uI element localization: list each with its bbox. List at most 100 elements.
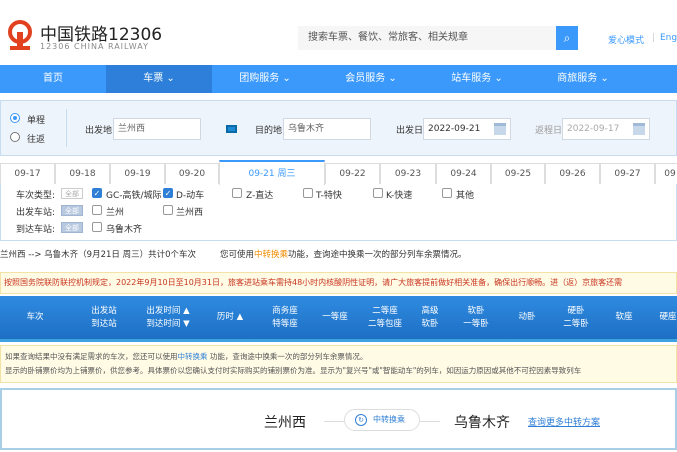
- from-input[interactable]: 兰州西: [113, 118, 201, 140]
- transfer-link[interactable]: 中转换乘: [254, 250, 288, 260]
- divider: [66, 109, 67, 147]
- depart-date-label: 出发日: [396, 126, 424, 136]
- train-type-all[interactable]: 全部: [61, 188, 83, 199]
- nav-tickets[interactable]: 车票 ⌄: [106, 65, 212, 93]
- search-input[interactable]: 搜索车票、餐饮、常旅客、相关规章: [298, 26, 556, 50]
- info-line-1: 如果查询结果中没有满足需求的车次，您还可以使用中转换乘 功能，查询途中换乘一次的…: [5, 352, 368, 361]
- transfer-to: 乌鲁木齐: [454, 415, 510, 431]
- hint-text: 您可使用: [220, 250, 255, 260]
- divider: |: [652, 33, 656, 43]
- depart-date-input[interactable]: 2022-09-21: [423, 118, 511, 140]
- col-train-no[interactable]: 车次: [26, 296, 43, 339]
- refresh-icon: ↻: [355, 414, 367, 426]
- col-hard-seat: 硬座: [659, 312, 677, 322]
- date-tab[interactable]: 09-17: [0, 163, 55, 184]
- depart-date-value: 2022-09-21: [428, 124, 481, 134]
- col-soft-sleeper: 软卧 一等卧: [463, 305, 489, 329]
- to-input[interactable]: 乌鲁木齐: [283, 118, 371, 140]
- nav-group[interactable]: 团购服务 ⌄: [212, 65, 318, 93]
- date-tab[interactable]: 09: [655, 163, 677, 184]
- table-header: 车次 出发站 到达站 出发时间 ▲ 到达时间 ▼ 历时 ▲ 商务座 特等座 一等座 二…: [0, 296, 677, 342]
- info-box: 如果查询结果中没有满足需求的车次，您还可以使用中转换乘 功能，查询途中换乘一次的…: [0, 345, 677, 383]
- hint-text: 功能，查询途中换乘一次的部分列车余票情况。: [288, 250, 467, 260]
- depart-station-label: 出发车站:: [16, 208, 56, 218]
- to-label: 目的地: [255, 126, 283, 136]
- other-checkbox[interactable]: [442, 188, 452, 198]
- col-times[interactable]: 出发时间 ▲ 到达时间 ▼: [146, 296, 189, 339]
- search-panel: 单程 往返 出发地 兰州西 目的地 乌鲁木齐 出发日 2022-09-21 返程…: [0, 100, 677, 156]
- k-label: K-快速: [386, 191, 413, 201]
- depart-station-all[interactable]: 全部: [61, 205, 83, 216]
- header: 中国铁路12306 12306 CHINA RAILWAY 搜索车票、餐饮、常旅…: [0, 0, 677, 62]
- date-tab-active[interactable]: 09-21 周三: [219, 160, 325, 185]
- transfer-panel: 兰州西 ↻ 中转换乘 乌鲁木齐 查询更多中转方案: [0, 388, 677, 450]
- col-soft-seat: 软座: [615, 312, 633, 322]
- gc-checkbox[interactable]: ✓: [92, 188, 102, 198]
- return-date-value: 2022-09-17: [567, 124, 620, 134]
- search-button[interactable]: ⌕: [556, 26, 578, 50]
- d-checkbox[interactable]: ✓: [163, 188, 173, 198]
- result-summary: 兰州西 --> 乌鲁木齐（9月21日 周三）共计0个车次 您可使用中转换乘功能，查…: [0, 248, 467, 260]
- nav-member[interactable]: 会员服务 ⌄: [318, 65, 424, 93]
- round-trip-radio[interactable]: [10, 132, 20, 142]
- english-link[interactable]: Engl: [660, 33, 677, 43]
- k-checkbox[interactable]: [373, 188, 383, 198]
- col-emu-sleeper: 动卧: [518, 312, 536, 322]
- col-second: 二等座 二等包座: [367, 305, 403, 329]
- filters: 车次类型: 全部 ✓ GC-高铁/城际 ✓ D-动车 Z-直达 T-特快 K-快…: [0, 184, 677, 241]
- date-tab[interactable]: 09-18: [55, 163, 110, 184]
- transfer-link[interactable]: 中转换乘: [178, 352, 208, 361]
- return-date-input[interactable]: 2022-09-17: [562, 118, 650, 140]
- z-label: Z-直达: [246, 191, 274, 201]
- nav-station[interactable]: 站车服务 ⌄: [424, 65, 530, 93]
- d-label: D-动车: [176, 191, 205, 201]
- transfer-from: 兰州西: [264, 415, 306, 431]
- col-business: 商务座 特等座: [272, 305, 298, 329]
- date-tab[interactable]: 09-19: [110, 163, 165, 184]
- nav-business[interactable]: 商旅服务 ⌄: [530, 65, 636, 93]
- route-summary: 兰州西 --> 乌鲁木齐（9月21日 周三）共计0个车次: [0, 250, 196, 260]
- one-way-label: 单程: [27, 116, 46, 126]
- care-mode-link[interactable]: 爱心模式: [608, 33, 644, 46]
- arrive-station-all[interactable]: 全部: [61, 222, 83, 233]
- t-checkbox[interactable]: [303, 188, 313, 198]
- arrive-station-label: 到达车站:: [16, 225, 56, 235]
- date-tabs: 09-17 09-18 09-19 09-20 09-21 周三 09-22 0…: [0, 160, 677, 185]
- gc-label: GC-高铁/城际: [106, 191, 162, 201]
- urumqi-label: 乌鲁木齐: [106, 225, 143, 235]
- swap-icon[interactable]: [226, 125, 237, 133]
- col-duration[interactable]: 历时 ▲: [217, 296, 243, 339]
- urumqi-checkbox[interactable]: [92, 222, 102, 232]
- one-way-radio[interactable]: [10, 113, 20, 123]
- date-tab[interactable]: 09-26: [545, 163, 600, 184]
- return-date-label: 返程日: [535, 126, 563, 136]
- railway-logo-icon: [8, 20, 32, 50]
- lanzhou-checkbox[interactable]: [92, 205, 102, 215]
- from-label: 出发地: [85, 126, 113, 136]
- date-tab[interactable]: 09-22: [325, 163, 380, 184]
- date-tab[interactable]: 09-25: [491, 163, 545, 184]
- col-hard-sleeper: 硬卧 二等卧: [563, 305, 589, 329]
- covid-notice: 按照国务院联防联控机制规定，2022年9月10日至10月31日，旅客进站乘车需持…: [0, 272, 677, 294]
- date-tab[interactable]: 09-24: [436, 163, 491, 184]
- round-trip-label: 往返: [27, 135, 46, 145]
- col-first: 一等座: [322, 312, 348, 322]
- connector-line: [324, 421, 344, 422]
- date-tab[interactable]: 09-23: [380, 163, 436, 184]
- date-tab[interactable]: 09-20: [165, 163, 219, 184]
- logo-subtitle: 12306 CHINA RAILWAY: [40, 42, 149, 51]
- transfer-button[interactable]: ↻ 中转换乘: [344, 409, 420, 431]
- connector-line: [420, 421, 440, 422]
- nav-home[interactable]: 首页: [0, 65, 106, 93]
- search-icon: ⌕: [563, 31, 571, 45]
- calendar-icon[interactable]: [494, 123, 506, 135]
- other-label: 其他: [456, 191, 475, 201]
- date-tab[interactable]: 09-27: [600, 163, 655, 184]
- lanzhouxi-label: 兰州西: [176, 208, 204, 218]
- z-checkbox[interactable]: [232, 188, 242, 198]
- calendar-icon[interactable]: [633, 123, 645, 135]
- lanzhouxi-checkbox[interactable]: [163, 205, 173, 215]
- more-transfer-link[interactable]: 查询更多中转方案: [528, 415, 600, 428]
- t-label: T-特快: [316, 191, 342, 201]
- col-deluxe-sleeper: 高级 软卧: [421, 305, 439, 329]
